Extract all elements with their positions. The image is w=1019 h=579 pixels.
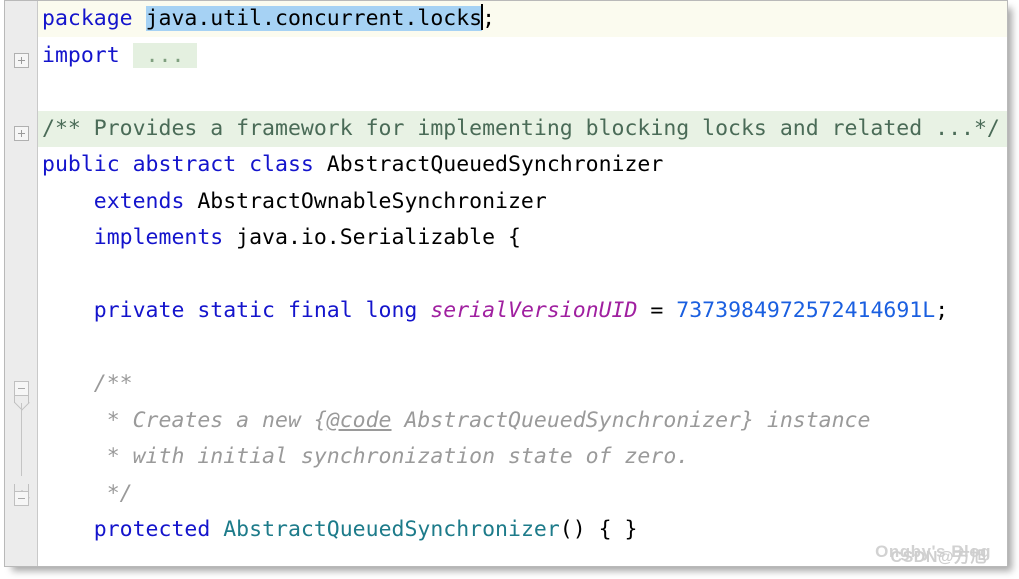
code-line[interactable] — [38, 330, 1007, 366]
code-line-text: /** — [38, 366, 133, 402]
code-line-text: package java.util.concurrent.locks; — [38, 1, 495, 37]
code-token: AbstractQueuedSynchronizer} instance — [391, 407, 871, 433]
code-line[interactable]: * Creates a new {@code AbstractQueuedSyn… — [38, 403, 1007, 439]
code-line-text: */ — [38, 476, 133, 512]
code-token: */ — [42, 480, 133, 506]
fold-region-line — [21, 402, 22, 439]
code-token: import — [42, 42, 120, 68]
code-line[interactable]: * with initial synchronization state of … — [38, 439, 1007, 475]
code-token: public abstract class — [42, 152, 314, 177]
fold-expand-icon[interactable] — [14, 125, 29, 141]
code-line[interactable]: protected AbstractQueuedSynchronizer() {… — [38, 512, 1007, 548]
code-line[interactable] — [38, 257, 1007, 293]
code-line[interactable]: public abstract class AbstractQueuedSync… — [38, 147, 1007, 183]
code-editor-window: package java.util.concurrent.locks; impor… — [4, 0, 1008, 567]
code-line-text: /** Provides a framework for implementin… — [38, 111, 1000, 147]
fold-region-line — [21, 439, 22, 476]
fold-collapse-icon[interactable] — [14, 490, 29, 506]
code-token: * with initial synchronization state of … — [42, 444, 690, 469]
code-token: protected — [42, 517, 211, 542]
code-token: java.io.Serializable { — [223, 225, 521, 250]
code-line[interactable]: private static final long serialVersionU… — [38, 293, 1007, 329]
code-line-text: * Creates a new {@code AbstractQueuedSyn… — [38, 403, 871, 439]
code-line-text: public abstract class AbstractQueuedSync… — [38, 147, 663, 183]
editor-gutter[interactable] — [5, 1, 37, 566]
fold-region-end — [14, 483, 29, 491]
code-token: ; — [482, 6, 496, 31]
code-line-text: import ... — [38, 38, 198, 74]
code-token: AbstractOwnableSynchronizer — [184, 188, 547, 214]
code-token: ; — [935, 298, 949, 323]
code-line-text: private static final long serialVersionU… — [38, 293, 948, 329]
code-line[interactable]: import ... — [38, 38, 1007, 74]
code-text-area[interactable]: package java.util.concurrent.locks; impor… — [38, 1, 1007, 566]
fold-expand-icon[interactable] — [14, 52, 29, 68]
code-token: /** — [42, 371, 133, 396]
code-line[interactable]: package java.util.concurrent.locks; — [38, 1, 1007, 37]
code-token: ... — [132, 42, 198, 68]
code-line[interactable] — [38, 74, 1007, 110]
code-token: * Creates a new { — [42, 407, 327, 433]
code-token: = — [637, 298, 677, 323]
code-token: implements — [42, 225, 224, 250]
code-token: AbstractQueuedSynchronizer — [313, 152, 664, 177]
code-token: 7373984972572414691L — [676, 298, 936, 323]
code-token: extends — [42, 188, 185, 214]
code-token: java.util.concurrent.locks — [145, 6, 483, 31]
code-token: AbstractQueuedSynchronizer — [223, 517, 560, 542]
code-line-text: extends AbstractOwnableSynchronizer — [38, 184, 547, 220]
code-line-text: implements java.io.Serializable { — [38, 220, 521, 256]
code-line[interactable]: */ — [38, 476, 1007, 512]
code-line[interactable]: implements java.io.Serializable { — [38, 220, 1007, 256]
code-token: package — [42, 6, 133, 31]
code-line[interactable]: /** Provides a framework for implementin… — [38, 110, 1007, 147]
javadoc-code-tag[interactable]: @code — [327, 408, 392, 433]
code-token: serialVersionUID — [430, 298, 638, 323]
code-token: /** Provides a framework for implementin… — [42, 115, 1000, 141]
code-token: private static final long — [42, 298, 418, 323]
code-line-text: protected AbstractQueuedSynchronizer() {… — [38, 512, 638, 548]
code-line[interactable]: extends AbstractOwnableSynchronizer — [38, 184, 1007, 220]
code-line[interactable]: /** — [38, 366, 1007, 402]
code-token: () { } — [559, 517, 638, 542]
code-line-text: * with initial synchronization state of … — [38, 439, 690, 475]
